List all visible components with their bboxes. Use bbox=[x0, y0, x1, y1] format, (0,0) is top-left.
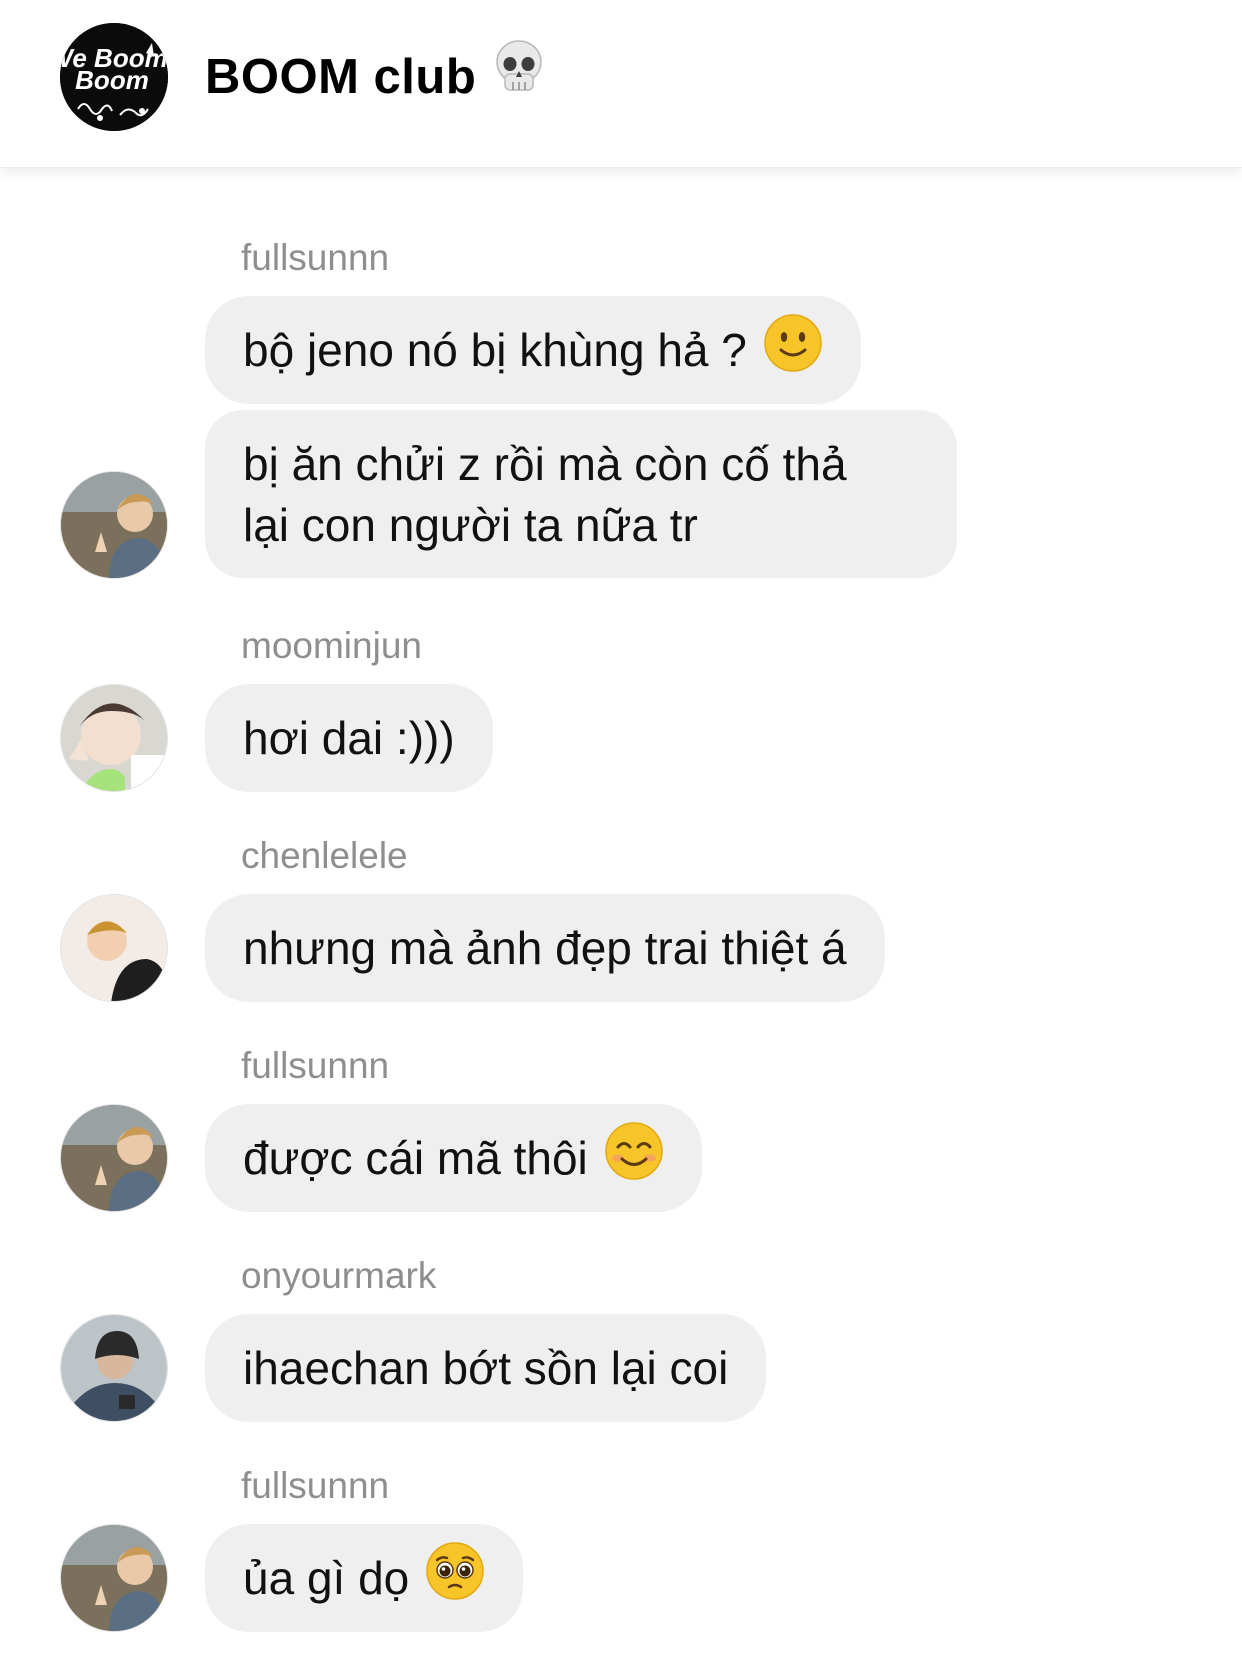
message-bubble[interactable]: ihaechan bớt sồn lại coi bbox=[205, 1314, 767, 1422]
smiling-face-with-smiling-eyes-icon bbox=[604, 1121, 664, 1196]
message-text-line: lại con người ta nữa tr bbox=[243, 499, 698, 551]
sender-name: onyourmark bbox=[241, 1255, 437, 1296]
message-text: nhưng mà ảnh đẹp trai thiệt á bbox=[243, 921, 847, 974]
group-avatar[interactable]: We Boom Boom bbox=[60, 23, 168, 131]
message-bubble[interactable]: hơi dai :))) bbox=[205, 684, 493, 792]
message-bubble[interactable]: được cái mã thôi bbox=[205, 1104, 702, 1212]
avatar-fullsunnn[interactable] bbox=[60, 1524, 168, 1632]
message-text: bộ jeno nó bị khùng hả ? bbox=[243, 323, 747, 376]
message-text: ủa gì dọ bbox=[243, 1551, 410, 1604]
sender-name: chenlelele bbox=[241, 835, 408, 876]
skull-icon bbox=[494, 39, 544, 111]
message-bubble[interactable]: ủa gì dọ bbox=[205, 1524, 524, 1632]
pleading-face-icon bbox=[425, 1541, 485, 1616]
avatar-fullsunnn[interactable] bbox=[60, 471, 168, 579]
avatar-moominjun[interactable] bbox=[60, 684, 168, 792]
sender-name: moominjun bbox=[241, 625, 422, 666]
message-text-line: bị ăn chửi z rồi mà còn cố thả bbox=[243, 438, 847, 490]
slightly-smiling-face-icon bbox=[763, 313, 823, 388]
message-text: hơi dai :))) bbox=[243, 711, 455, 764]
sender-name: fullsunnn bbox=[241, 237, 390, 278]
message-text: ihaechan bớt sồn lại coi bbox=[243, 1341, 729, 1394]
group-title[interactable]: BOOM club bbox=[205, 39, 544, 111]
avatar-chenlelele[interactable] bbox=[60, 894, 168, 1002]
message-bubble[interactable]: bộ jeno nó bị khùng hả ? bbox=[205, 296, 861, 404]
message-bubble[interactable]: nhưng mà ảnh đẹp trai thiệt á bbox=[205, 894, 885, 1002]
message-text: được cái mã thôi bbox=[243, 1131, 588, 1184]
sender-name: fullsunnn bbox=[241, 1045, 390, 1086]
sender-name: fullsunnn bbox=[241, 1465, 390, 1506]
avatar-fullsunnn[interactable] bbox=[60, 1104, 168, 1212]
chat-header: We Boom Boom BOOM club bbox=[0, 0, 1242, 168]
message-bubble[interactable]: bị ăn chửi z rồi mà còn cố thả lại con n… bbox=[205, 410, 957, 578]
logo-boom-text: Boom bbox=[75, 65, 149, 95]
weboom-logo-icon: We Boom Boom bbox=[60, 23, 168, 131]
group-title-text: BOOM club bbox=[205, 50, 477, 104]
avatar-onyourmark[interactable] bbox=[60, 1314, 168, 1422]
